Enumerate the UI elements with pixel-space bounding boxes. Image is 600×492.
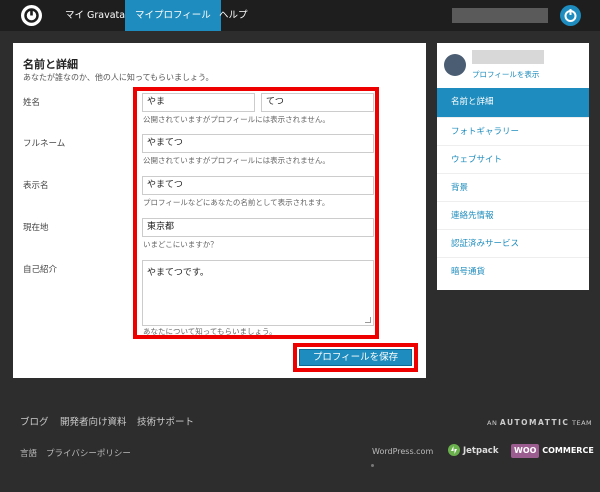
profile-form-card: 名前と詳細 あなたが誰なのか、他の人に知ってもらいましょう。 姓名 フルネーム … xyxy=(13,43,426,378)
sidebar-item-background[interactable]: 背景 xyxy=(437,173,589,202)
full-name-hint: 公開されていますがプロフィールには表示されません。 xyxy=(143,156,330,165)
display-name-input[interactable]: やまてつ xyxy=(142,176,374,195)
sidebar-item-photo-gallery[interactable]: フォトギャラリー xyxy=(437,117,589,146)
footer-link-language[interactable]: 言語 xyxy=(20,447,37,459)
full-name-input[interactable]: やまてつ xyxy=(142,134,374,153)
full-name-label: フルネーム xyxy=(23,139,66,149)
last-name-input[interactable]: やま xyxy=(142,93,255,112)
account-avatar-icon[interactable] xyxy=(560,5,581,26)
jetpack-icon xyxy=(448,444,460,456)
save-profile-button[interactable]: プロフィールを保存 xyxy=(299,349,412,366)
location-input[interactable]: 東京都 xyxy=(142,218,374,237)
sidebar-item-websites[interactable]: ウェブサイト xyxy=(437,145,589,174)
sidebar-item-name-details[interactable]: 名前と詳細 xyxy=(437,88,589,117)
footer-link-support[interactable]: 技術サポート xyxy=(137,414,194,428)
location-label: 現在地 xyxy=(23,223,49,233)
sidebar-item-contact-info[interactable]: 連絡先情報 xyxy=(437,201,589,230)
user-name-pill[interactable] xyxy=(452,8,548,23)
nav-help[interactable]: ヘルプ xyxy=(209,0,258,31)
bio-label: 自己紹介 xyxy=(23,265,58,275)
location-hint: いまどこにいますか？ xyxy=(143,240,218,249)
footer-dot xyxy=(371,464,374,467)
sidebar-item-crypto[interactable]: 暗号通貨 xyxy=(437,257,589,286)
display-name-label: 表示名 xyxy=(23,181,49,191)
view-profile-link[interactable]: プロフィールを表示 xyxy=(472,69,539,80)
footer-link-blog[interactable]: ブログ xyxy=(20,414,49,428)
profile-name-placeholder xyxy=(472,50,544,64)
automattic-suffix: TEAM xyxy=(572,419,593,427)
footer-link-developers[interactable]: 開発者向け資料 xyxy=(60,414,127,428)
nav-my-profile[interactable]: マイプロフィール xyxy=(125,0,221,31)
profile-avatar[interactable] xyxy=(444,54,466,76)
name-label: 姓名 xyxy=(23,98,41,108)
jetpack-link[interactable]: Jetpack xyxy=(463,446,499,456)
automattic-badge[interactable]: AN AUTOMATTIC TEAM xyxy=(487,418,592,427)
bio-textarea[interactable]: やまてつです。 xyxy=(142,260,374,326)
gravatar-logo-icon[interactable] xyxy=(21,5,42,26)
footer-link-privacy[interactable]: プライバシーポリシー xyxy=(46,447,131,459)
bio-hint: あなたについて知ってもらいましょう。 xyxy=(143,327,277,336)
section-subtitle: あなたが誰なのか、他の人に知ってもらいましょう。 xyxy=(23,73,214,82)
section-title: 名前と詳細 xyxy=(23,58,78,71)
automattic-prefix: AN xyxy=(487,419,498,427)
woo-text: COMMERCE xyxy=(542,446,594,455)
display-name-hint: プロフィールなどにあなたの名前として表示されます。 xyxy=(143,198,330,207)
woo-badge: WOO xyxy=(511,444,540,458)
bio-text: やまてつです。 xyxy=(147,268,209,278)
sidebar-item-verified-services[interactable]: 認証済みサービス xyxy=(437,229,589,258)
top-bar: マイ Gravatar マイプロフィール ヘルプ xyxy=(0,0,600,31)
save-highlight-frame: プロフィールを保存 xyxy=(293,343,418,372)
settings-sidebar: プロフィールを表示 名前と詳細 フォトギャラリー ウェブサイト 背景 連絡先情報… xyxy=(437,43,589,290)
name-hint: 公開されていますがプロフィールには表示されません。 xyxy=(143,115,330,124)
wordpress-link[interactable]: WordPress.com xyxy=(372,447,433,456)
automattic-name: AUTOMATTIC xyxy=(499,418,570,427)
first-name-input[interactable]: てつ xyxy=(261,93,374,112)
woocommerce-logo[interactable]: WOO COMMERCE xyxy=(511,444,594,458)
resize-handle-icon[interactable] xyxy=(365,317,371,323)
